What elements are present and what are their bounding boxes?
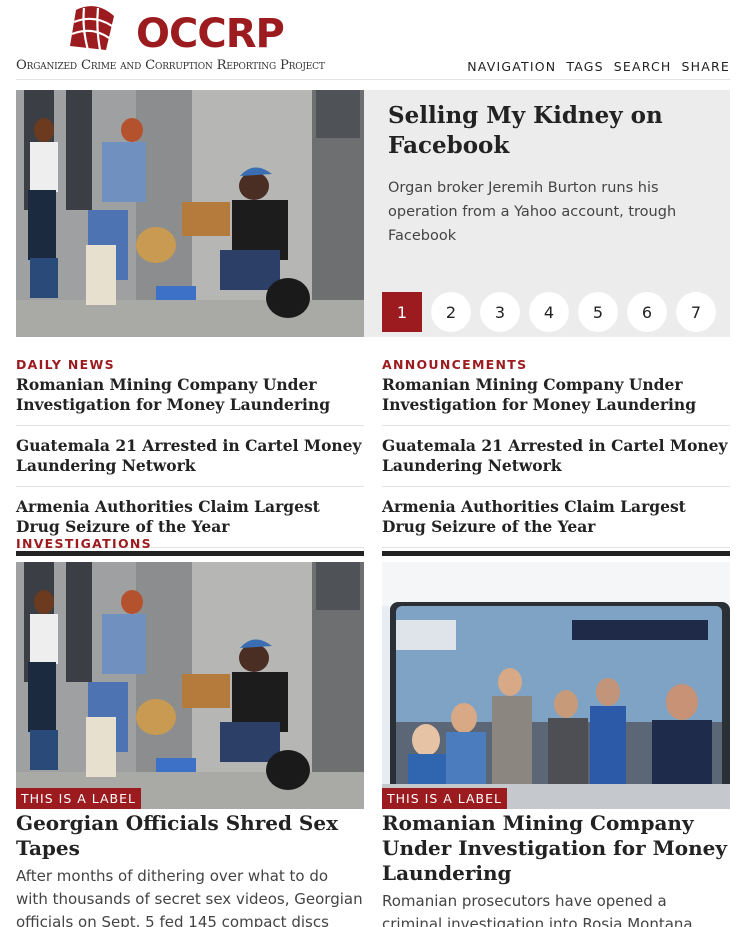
announcements-list: Romanian Mining Company Under Investigat…	[382, 373, 730, 548]
site-header: OCCRP Organized Crime and Corruption Rep…	[16, 0, 730, 80]
announcements-section: ANNOUNCEMENTS Romanian Mining Company Un…	[382, 357, 730, 548]
brand-name[interactable]: OCCRP	[136, 14, 285, 54]
card-photo[interactable]: THIS IS A LABEL	[382, 562, 730, 809]
card-label-tag[interactable]: THIS IS A LABEL	[16, 788, 141, 809]
pager-button-1[interactable]: 1	[382, 292, 422, 332]
pager-button-6[interactable]: 6	[627, 292, 667, 332]
card-title[interactable]: Romanian Mining Company Under Investigat…	[382, 811, 730, 886]
daily-news-section: DAILY NEWS Romanian Mining Company Under…	[16, 357, 364, 548]
hero-description: Organ broker Jeremih Burton runs his ope…	[388, 180, 677, 244]
card-divider	[16, 551, 364, 556]
nav-tags-link[interactable]: TAGS	[566, 59, 603, 74]
brand-tagline: Organized Crime and Corruption Reporting…	[16, 58, 325, 73]
slide-pager: 1 2 3 4 5 6 7	[382, 292, 716, 332]
hero-slider: Selling My Kidney on Facebook Organ brok…	[16, 90, 730, 337]
section-label-daily-news[interactable]: DAILY NEWS	[16, 357, 364, 373]
pager-button-4[interactable]: 4	[529, 292, 569, 332]
section-label-investigations[interactable]: INVESTIGATIONS	[16, 536, 152, 552]
nav-navigation-link[interactable]: NAVIGATION	[467, 59, 556, 74]
section-label-announcements[interactable]: ANNOUNCEMENTS	[382, 357, 730, 373]
nav-share-link[interactable]: SHARE	[682, 59, 730, 74]
globe-logo-icon[interactable]	[66, 2, 118, 54]
pager-button-2[interactable]: 2	[431, 292, 471, 332]
card-title[interactable]: Georgian Officials Shred Sex Tapes	[16, 811, 364, 861]
pager-button-5[interactable]: 5	[578, 292, 618, 332]
news-item[interactable]: Guatemala 21 Arrested in Cartel Money La…	[382, 426, 730, 487]
pager-button-3[interactable]: 3	[480, 292, 520, 332]
news-item[interactable]: Guatemala 21 Arrested in Cartel Money La…	[16, 426, 364, 487]
card-description: After months of dithering over what to d…	[16, 867, 363, 927]
card-label-tag[interactable]: THIS IS A LABEL	[382, 788, 507, 809]
hero-photo[interactable]	[16, 90, 364, 337]
card-photo[interactable]: THIS IS A LABEL	[16, 562, 364, 809]
pager-button-7[interactable]: 7	[676, 292, 716, 332]
investigation-card: THIS IS A LABEL Romanian Mining Company …	[382, 551, 730, 927]
news-item[interactable]: Romanian Mining Company Under Investigat…	[382, 373, 730, 426]
nav-search-link[interactable]: SEARCH	[614, 59, 672, 74]
card-description: Romanian prosecutors have opened a crimi…	[382, 892, 693, 927]
daily-news-list: Romanian Mining Company Under Investigat…	[16, 373, 364, 548]
investigation-card: THIS IS A LABEL Georgian Officials Shred…	[16, 551, 364, 927]
card-divider	[382, 551, 730, 556]
top-navigation: NAVIGATION TAGS SEARCH SHARE	[467, 59, 730, 74]
news-item[interactable]: Armenia Authorities Claim Largest Drug S…	[382, 487, 730, 548]
hero-title[interactable]: Selling My Kidney on Facebook	[388, 101, 708, 161]
news-item[interactable]: Romanian Mining Company Under Investigat…	[16, 373, 364, 426]
